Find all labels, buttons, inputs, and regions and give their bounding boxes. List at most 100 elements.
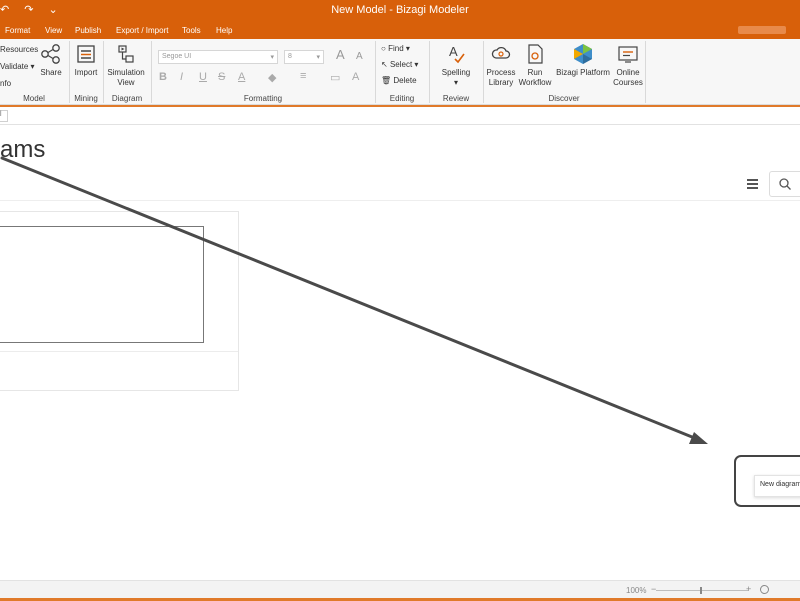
chevron-down-icon: ▾	[316, 54, 320, 61]
chevron-down-icon: ▾	[405, 44, 410, 53]
share-label: Share	[40, 68, 62, 77]
zoom-slider-handle[interactable]	[700, 587, 702, 594]
share-icon	[41, 44, 60, 64]
group-label-model: Model	[23, 94, 45, 103]
ribbon-separator	[645, 41, 646, 103]
spelling-button[interactable]: A Spelling ▾	[438, 43, 474, 88]
line-style-icon[interactable]: ▭	[330, 71, 340, 84]
simulation-label-2: View	[117, 78, 135, 87]
chevron-down-icon: ▾	[414, 60, 419, 69]
find-button[interactable]: ○ Find ▾	[381, 44, 410, 54]
new-diagram-tooltip[interactable]: New diagram	[754, 475, 800, 497]
validate-button[interactable]: Validate ▾	[0, 62, 35, 72]
bizagi-logo-icon	[574, 44, 592, 64]
simulation-view-button[interactable]: Simulation View	[106, 43, 146, 88]
run-workflow-button[interactable]: Run Workflow	[518, 43, 552, 88]
search-icon: ○	[381, 44, 386, 53]
font-size-combo[interactable]: 8 ▾	[284, 50, 324, 64]
menu-view[interactable]: View	[45, 26, 62, 35]
list-view-icon[interactable]	[747, 179, 758, 189]
font-name-value: Segoe UI	[162, 53, 192, 60]
group-label-editing: Editing	[389, 94, 415, 103]
run-label-1: Run	[527, 68, 543, 77]
page-title: ams	[0, 136, 46, 163]
card-divider	[0, 351, 238, 352]
process-label-2: Library	[488, 78, 514, 87]
toolbar-divider	[0, 200, 800, 201]
chevron-down-icon: ▾	[453, 78, 458, 87]
ribbon: Resources Validate ▾ nfo Share Model Imp…	[0, 39, 800, 105]
menu-format[interactable]: Format	[5, 26, 30, 35]
courses-icon	[618, 46, 638, 63]
font-color-button[interactable]: A	[238, 71, 245, 83]
italic-button[interactable]: I	[180, 71, 183, 83]
platform-label: Bizagi Platform	[556, 68, 610, 77]
find-label: Find	[388, 44, 404, 53]
simulation-label-1: Simulation	[107, 68, 145, 77]
resources-label: Resources	[0, 45, 39, 54]
bold-button[interactable]: B	[159, 71, 167, 83]
select-label: Select	[389, 60, 413, 69]
resources-button[interactable]: Resources	[0, 45, 38, 55]
cloud-icon	[491, 46, 511, 59]
spelling-icon: A	[449, 44, 465, 64]
process-library-button[interactable]: Process Library	[486, 43, 516, 88]
document-tab-strip: l	[0, 107, 800, 125]
delete-button[interactable]: 🗑 Delete	[381, 76, 417, 86]
diagram-card[interactable]	[0, 211, 239, 391]
zoom-slider[interactable]	[656, 590, 748, 591]
status-bar: 100% − +	[0, 580, 800, 601]
title-bar: ↶ ↷ ⌄ New Model - Bizagi Modeler	[0, 0, 800, 21]
zoom-in-button[interactable]: +	[746, 584, 751, 594]
fit-to-window-icon[interactable]	[760, 585, 769, 594]
menu-tools[interactable]: Tools	[182, 26, 201, 35]
search-icon	[779, 178, 791, 190]
shrink-font-button[interactable]: A	[356, 52, 363, 62]
diagram-thumbnail	[0, 226, 204, 343]
user-account[interactable]	[738, 26, 786, 34]
font-name-combo[interactable]: Segoe UI ▾	[158, 50, 278, 64]
import-button[interactable]: Import	[73, 43, 99, 78]
trash-icon: 🗑	[381, 76, 392, 85]
process-label-1: Process	[486, 68, 516, 77]
svg-text:A: A	[449, 44, 458, 59]
run-label-2: Workflow	[518, 78, 552, 87]
group-label-mining: Mining	[74, 94, 98, 103]
window-title: New Model - Bizagi Modeler	[331, 4, 469, 16]
menu-publish[interactable]: Publish	[75, 26, 101, 35]
menu-export-import[interactable]: Export / Import	[116, 26, 168, 35]
underline-button[interactable]: U	[199, 71, 207, 83]
delete-label: Delete	[393, 76, 417, 85]
courses-label-1: Online	[616, 68, 640, 77]
group-label-diagram: Diagram	[111, 94, 143, 103]
validate-label: Validate	[0, 62, 29, 71]
highlight-callout: New diagram	[734, 455, 800, 507]
zoom-level: 100%	[626, 586, 647, 595]
cursor-icon: ↖	[381, 60, 388, 69]
group-label-review: Review	[442, 94, 470, 103]
group-label-discover: Discover	[548, 94, 580, 103]
online-courses-button[interactable]: Online Courses	[613, 43, 643, 88]
info-label: nfo	[0, 79, 12, 88]
menu-bar: Format View Publish Export / Import Tool…	[0, 21, 800, 39]
courses-label-2: Courses	[613, 78, 643, 87]
spelling-label: Spelling	[441, 68, 471, 77]
select-button[interactable]: ↖ Select ▾	[381, 60, 418, 70]
bizagi-platform-button[interactable]: Bizagi Platform	[555, 43, 611, 78]
align-icon[interactable]: ≡	[300, 70, 306, 82]
info-button[interactable]: nfo	[0, 79, 11, 89]
grow-font-button[interactable]: A	[336, 48, 345, 61]
zoom-out-button[interactable]: −	[651, 584, 656, 594]
menu-help[interactable]: Help	[216, 26, 232, 35]
search-input[interactable]	[769, 171, 800, 197]
document-tab-label: l	[0, 111, 2, 118]
fill-color-icon[interactable]: ◆	[268, 71, 276, 84]
simulation-icon	[118, 45, 134, 63]
import-icon	[77, 45, 95, 63]
group-label-formatting: Formatting	[243, 94, 283, 103]
document-tab[interactable]: l	[0, 110, 8, 122]
text-size-icon[interactable]: A	[352, 71, 359, 83]
import-label: Import	[74, 68, 98, 77]
share-button[interactable]: Share	[40, 43, 62, 78]
strikethrough-button[interactable]: S	[218, 71, 225, 83]
